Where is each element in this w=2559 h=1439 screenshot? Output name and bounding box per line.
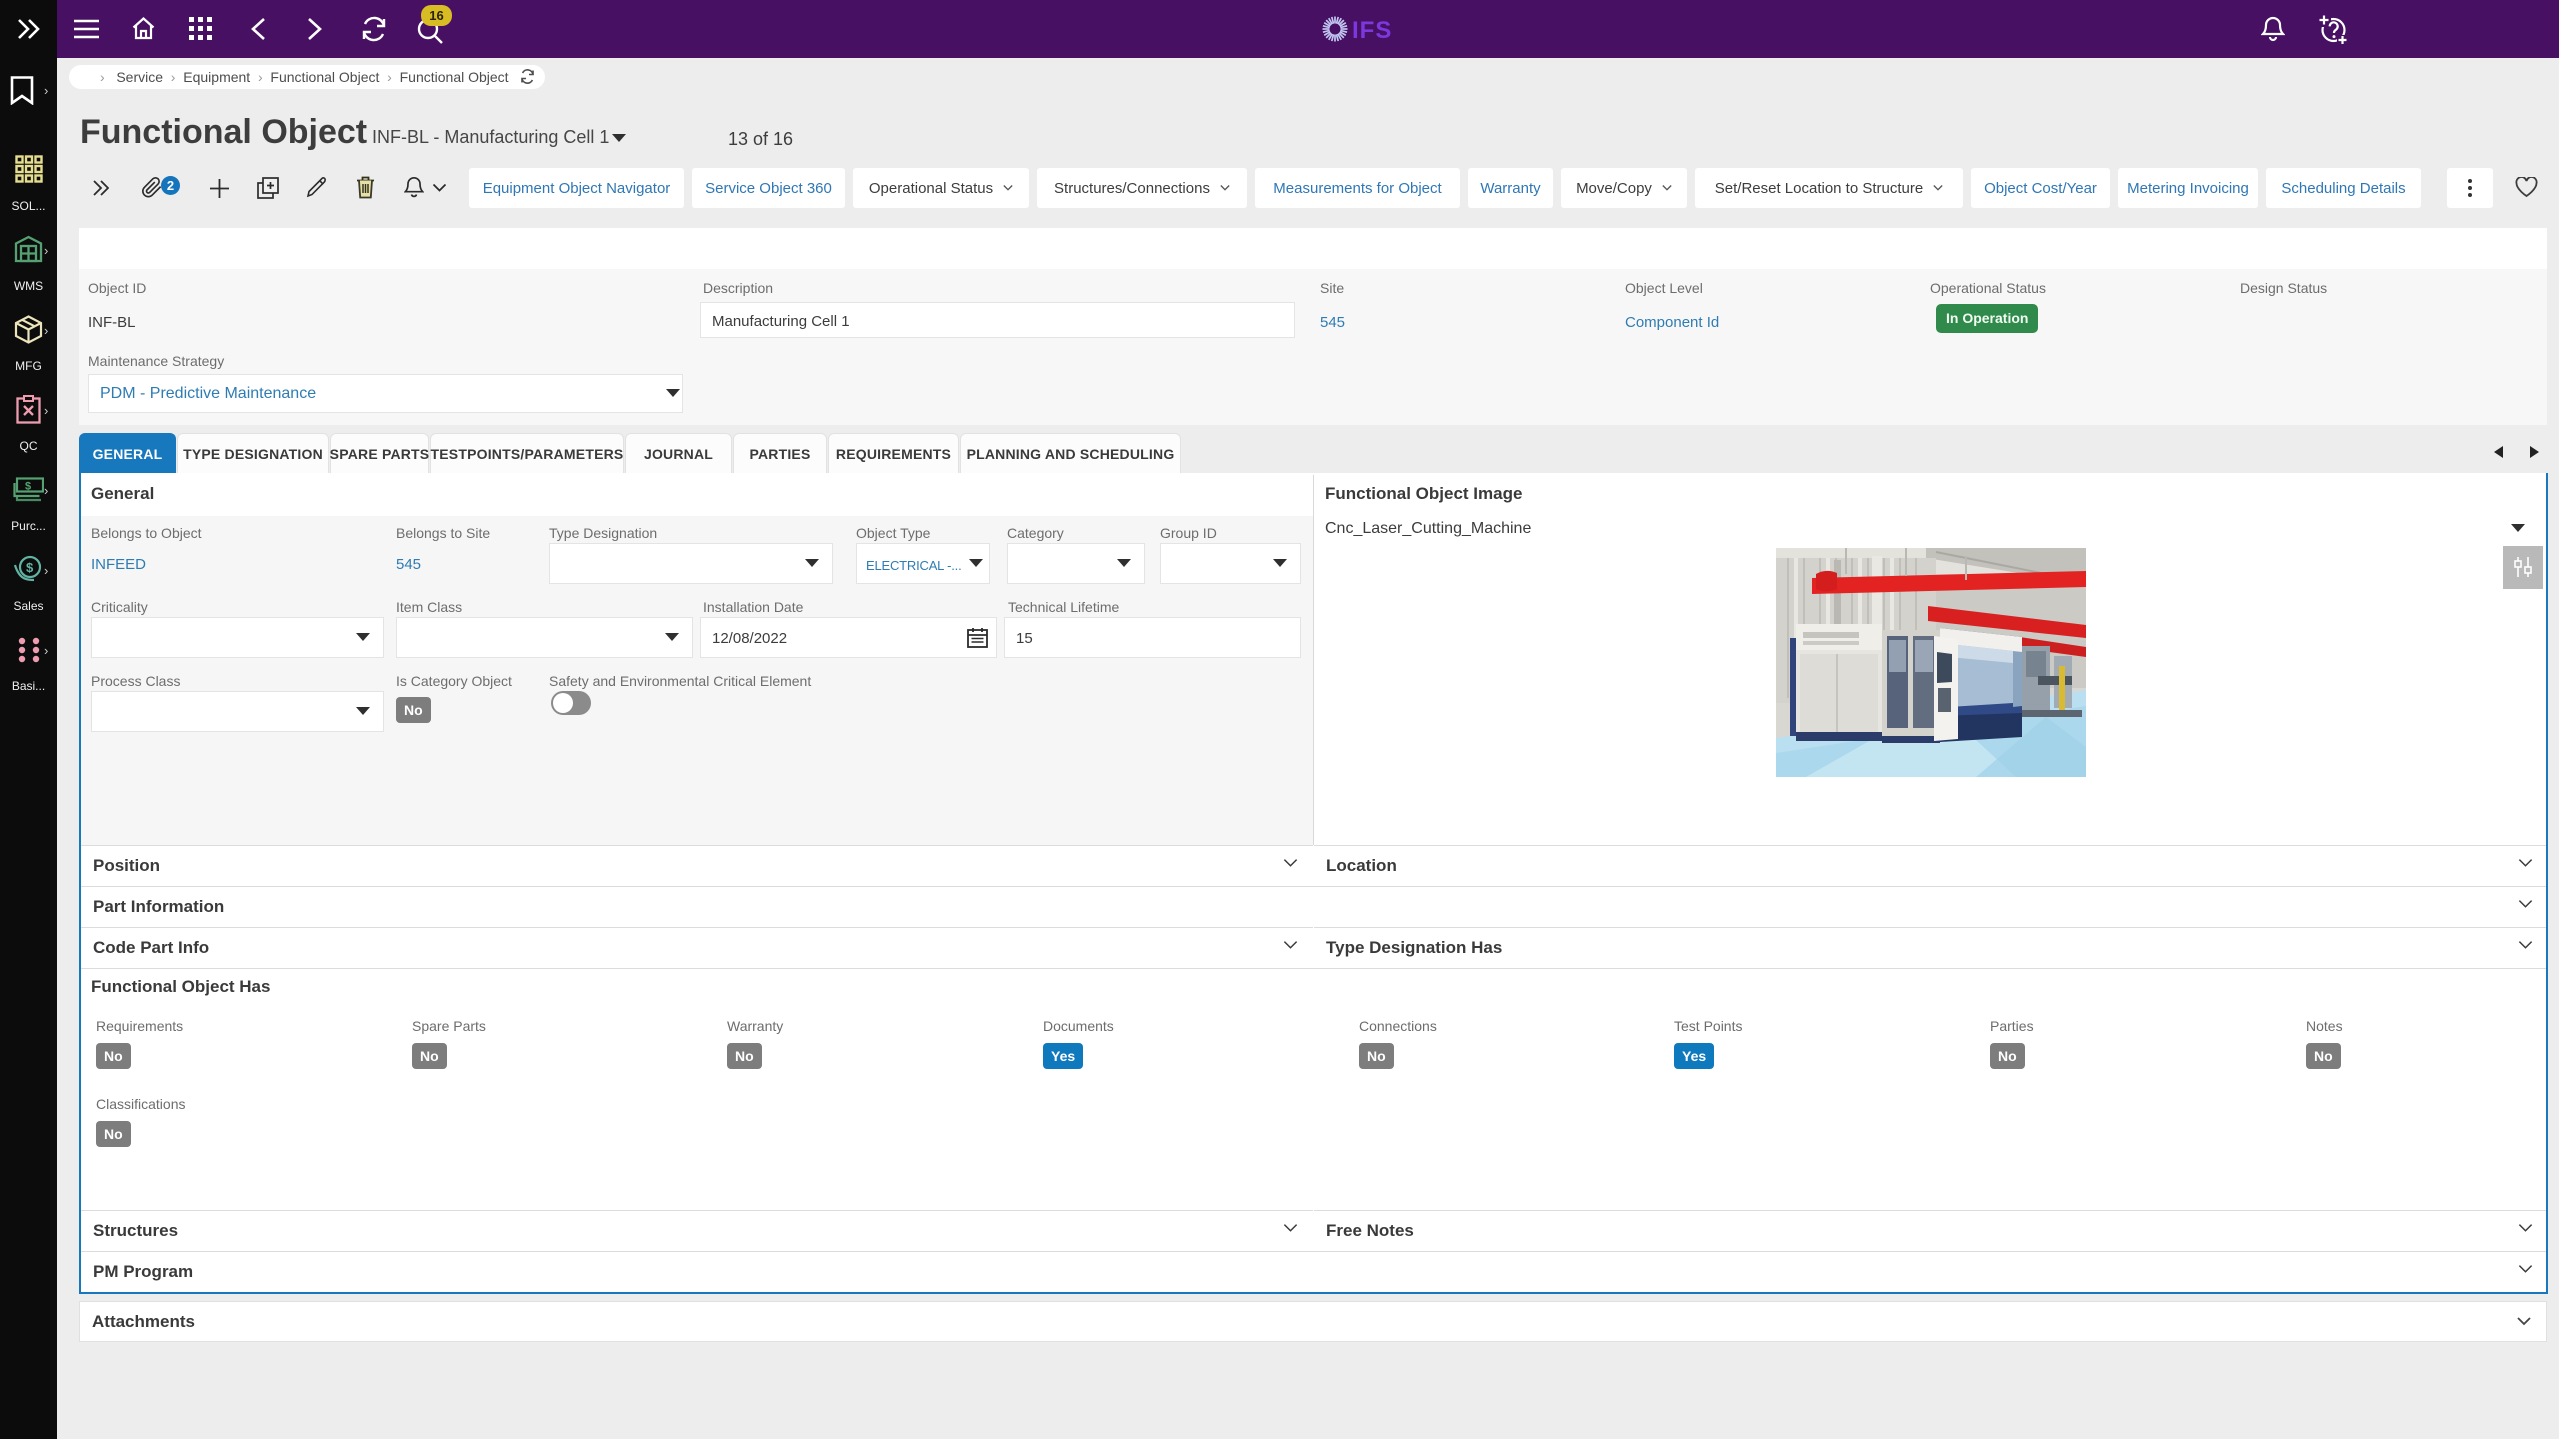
svg-text:$: $ <box>25 481 31 493</box>
svg-text:$: $ <box>26 560 34 575</box>
